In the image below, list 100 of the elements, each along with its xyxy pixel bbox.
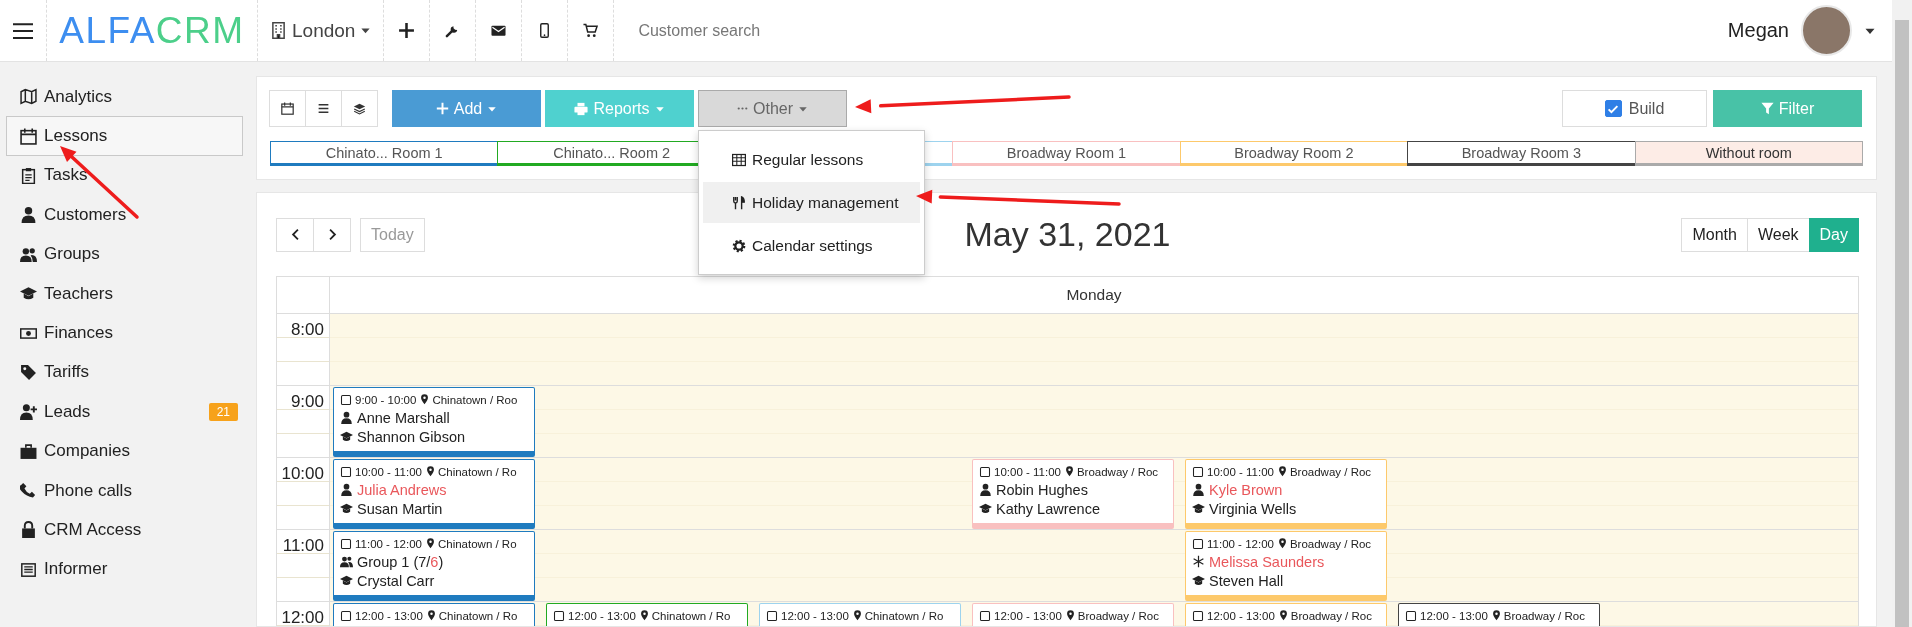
newspaper-icon — [20, 560, 37, 578]
student-name[interactable]: Group 1 (7/6) — [357, 553, 444, 570]
room-tab[interactable]: Broadway Room 2 — [1179, 141, 1409, 166]
menu-item[interactable]: Holiday management — [703, 182, 920, 223]
lesson-time: 9:00 - 10:00 — [355, 393, 417, 406]
layers-icon — [353, 102, 366, 115]
teacher-name[interactable]: Susan Martin — [357, 500, 443, 517]
sidebar-item[interactable]: CRM Access — [6, 510, 243, 550]
graduation-cap-icon — [1192, 574, 1205, 587]
hour-label: 10:00 — [281, 463, 325, 484]
person-icon — [979, 483, 992, 496]
view-tab[interactable]: Week — [1746, 217, 1810, 252]
lesson-card[interactable]: 11:00 - 12:00 Chinatown / Ro Group 1 (7/6) Crystal Carr — [333, 531, 535, 601]
room-tab[interactable]: Broadway Room 1 — [952, 141, 1181, 166]
teacher-name[interactable]: Shannon Gibson — [357, 428, 466, 445]
student-name[interactable]: Julia Andrews — [357, 481, 447, 498]
user-name[interactable]: Megan — [1727, 19, 1789, 42]
sidebar-item[interactable]: Companies — [6, 431, 243, 471]
lesson-card[interactable]: 10:00 - 11:00 Chinatown / Ro Julia Andrews Susan Martin — [333, 459, 535, 529]
sidebar-item[interactable]: Finances — [6, 313, 243, 353]
student-name[interactable]: Kyle Brown — [1209, 481, 1283, 498]
menu-button[interactable] — [13, 20, 33, 41]
lesson-time: 12:00 - 13:00 — [1207, 609, 1275, 622]
lesson-card[interactable]: 11:00 - 12:00 Broadway / Roc Melissa Saunders Steven Hall — [1185, 531, 1387, 601]
room-tab[interactable]: Without room — [1634, 141, 1863, 166]
student-name[interactable]: Melissa Saunders — [1209, 553, 1325, 570]
square-icon — [340, 609, 352, 622]
room-tab[interactable]: Broadway Room 3 — [1407, 141, 1636, 166]
square-icon — [553, 609, 565, 622]
location-pin-icon — [1064, 610, 1076, 621]
graduation-cap-icon — [979, 502, 992, 515]
lesson-location: Chinatown / Ro — [437, 537, 517, 550]
location-pin-icon — [1063, 466, 1075, 477]
sidebar-item[interactable]: Customers — [6, 195, 243, 235]
sidebar-item[interactable]: Phone calls — [6, 470, 243, 511]
lesson-location: Broadway / Roc — [1289, 465, 1372, 478]
sidebar-item[interactable]: Informer — [6, 549, 243, 590]
plus-icon — [398, 22, 416, 39]
square-icon — [766, 609, 778, 622]
plus-button[interactable] — [398, 22, 416, 39]
people-icon — [20, 245, 37, 263]
lesson-card[interactable]: 12:00 - 13:00 Chinatown / Ro — [759, 603, 961, 626]
sidebar-item[interactable]: Teachers — [6, 273, 243, 314]
student-name[interactable]: Robin Hughes — [996, 481, 1088, 498]
build-checkbox[interactable]: Build — [1562, 90, 1707, 127]
lesson-card[interactable]: 12:00 - 13:00 Broadway / Roc — [972, 603, 1174, 626]
menu-item[interactable]: Calendar settings — [703, 225, 920, 266]
calendar-view-button[interactable] — [269, 90, 306, 127]
lesson-card[interactable]: 12:00 - 13:00 Chinatown / Ro — [333, 603, 535, 626]
tag-icon — [20, 363, 37, 381]
square-icon — [340, 537, 352, 550]
graduation-cap-icon — [340, 574, 353, 587]
lesson-time: 12:00 - 13:00 — [568, 609, 636, 622]
sidebar-item[interactable]: Leads 21 — [6, 392, 243, 432]
room-tab[interactable]: Chinato... Room 1 — [270, 141, 499, 166]
lesson-card[interactable]: 12:00 - 13:00 Chinatown / Ro — [546, 603, 748, 626]
lesson-location: Chinatown / Roo — [432, 393, 518, 406]
lesson-card[interactable]: 9:00 - 10:00 Chinatown / Roo Anne Marshall Shannon Gibson — [333, 387, 535, 457]
person-icon — [340, 483, 353, 496]
envelope-button[interactable] — [491, 23, 507, 38]
sidebar-item[interactable]: Tasks — [6, 155, 243, 196]
hour-label: 8:00 — [290, 319, 325, 340]
lesson-time: 12:00 - 13:00 — [994, 609, 1062, 622]
lesson-location: Broadway / Roc — [1290, 609, 1372, 622]
location-pin-icon — [1276, 466, 1288, 477]
cart-button[interactable] — [583, 23, 599, 38]
sidebar-item[interactable]: Analytics — [6, 77, 243, 117]
sidebar-item[interactable]: Lessons — [6, 116, 243, 156]
lesson-time: 12:00 - 13:00 — [781, 609, 849, 622]
table-icon — [732, 152, 746, 167]
people-icon — [340, 555, 353, 568]
graduation-cap-icon — [340, 430, 353, 443]
count-badge: 21 — [208, 402, 238, 421]
teacher-name[interactable]: Virginia Wells — [1209, 500, 1297, 517]
sidebar-item[interactable]: Tariffs — [6, 352, 243, 393]
avatar[interactable] — [1801, 5, 1852, 56]
student-name[interactable]: Anne Marshall — [357, 409, 450, 426]
lesson-card[interactable]: 10:00 - 11:00 Broadway / Roc Kyle Brown Virginia Wells — [1185, 459, 1387, 529]
lesson-card[interactable]: 10:00 - 11:00 Broadway / Roc Robin Hughes Kathy Lawrence — [972, 459, 1174, 529]
teacher-name[interactable]: Kathy Lawrence — [996, 500, 1100, 517]
teacher-name[interactable]: Steven Hall — [1209, 572, 1284, 589]
clipboard-icon — [20, 166, 37, 184]
branch-dropdown[interactable]: London — [258, 0, 384, 61]
envelope-icon — [491, 23, 507, 38]
lesson-location: Chinatown / Ro — [651, 609, 731, 622]
filter-icon — [1760, 102, 1774, 115]
layers-view-button[interactable] — [341, 90, 378, 127]
view-tab[interactable]: Month — [1681, 217, 1748, 252]
graduation-cap-icon — [1192, 502, 1205, 515]
lesson-time: 10:00 - 11:00 — [994, 465, 1061, 478]
location-pin-icon — [1276, 538, 1288, 549]
lesson-location: Broadway / Roc — [1077, 609, 1159, 622]
plus-icon — [435, 102, 449, 115]
lesson-card[interactable]: 12:00 - 13:00 Broadway / Roc — [1398, 603, 1600, 626]
hour-label: 11:00 — [282, 535, 325, 556]
teacher-name[interactable]: Crystal Carr — [357, 572, 435, 589]
sidebar-item[interactable]: Groups — [6, 234, 243, 274]
other-button[interactable]: Other — [698, 90, 847, 127]
lesson-location: Chinatown / Ro — [864, 609, 944, 622]
lesson-card[interactable]: 12:00 - 13:00 Broadway / Roc — [1185, 603, 1387, 626]
